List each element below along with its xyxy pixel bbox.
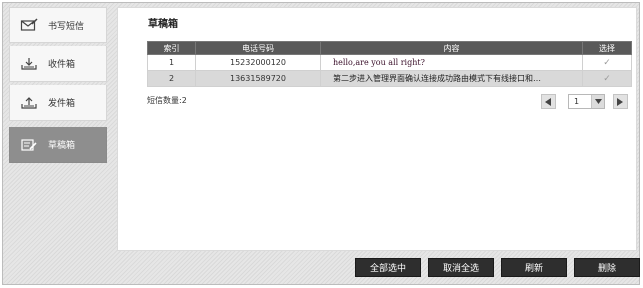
cell-index: 2 — [147, 70, 196, 87]
check-icon: ✓ — [603, 57, 611, 68]
sidebar-item-label: 收件箱 — [48, 60, 76, 70]
refresh-button[interactable]: 刷新 — [501, 258, 567, 277]
drafts-pencil-icon — [10, 138, 48, 152]
outbox-tray-icon — [10, 96, 48, 110]
messages-table: 索引 电话号码 内容 选择 1 15232000120 hello,are yo… — [147, 41, 632, 87]
cell-index: 1 — [147, 54, 196, 71]
table-row[interactable]: 2 13631589720 第二步进入管理界面确认连接成功路由模式下有线接口和…… — [147, 70, 632, 87]
compose-envelope-icon — [10, 18, 48, 32]
sidebar-item-compose[interactable]: 书写短信 — [9, 7, 107, 43]
column-header-content: 内容 — [320, 41, 583, 55]
select-all-button[interactable]: 全部选中 — [355, 258, 421, 277]
app-frame: 书写短信 收件箱 发件箱 草稿箱 草稿箱 索引 电话号码 内容 选择 1 152… — [2, 2, 640, 285]
column-header-phone: 电话号码 — [195, 41, 321, 55]
page-title: 草稿箱 — [148, 19, 178, 30]
action-bar: 全部选中 取消全选 刷新 删除 — [355, 258, 640, 277]
check-icon: ✓ — [603, 73, 611, 84]
table-row[interactable]: 1 15232000120 hello,are you all right? ✓ — [147, 54, 632, 71]
sidebar-item-label: 草稿箱 — [48, 141, 76, 151]
page-select-value: 1 — [574, 97, 580, 106]
message-count: 短信数量:2 — [147, 96, 187, 105]
page-select[interactable]: 1 — [568, 94, 605, 109]
triangle-right-icon — [617, 97, 623, 106]
sidebar-item-inbox[interactable]: 收件箱 — [9, 46, 107, 82]
row-select-checkbox[interactable]: ✓ — [582, 54, 632, 71]
sidebar: 书写短信 收件箱 发件箱 草稿箱 — [9, 7, 107, 163]
column-header-select: 选择 — [582, 41, 632, 55]
cell-phone: 15232000120 — [195, 54, 321, 71]
cell-phone: 13631589720 — [195, 70, 321, 87]
cell-content: hello,are you all right? — [320, 54, 583, 71]
deselect-all-button[interactable]: 取消全选 — [428, 258, 494, 277]
chevron-down-icon[interactable] — [591, 95, 604, 108]
sidebar-item-label: 书写短信 — [48, 21, 85, 32]
inbox-tray-icon — [10, 57, 48, 71]
sidebar-item-label: 发件箱 — [48, 99, 76, 109]
drafts-panel: 草稿箱 索引 电话号码 内容 选择 1 15232000120 hello,ar… — [117, 7, 637, 251]
row-select-checkbox[interactable]: ✓ — [582, 70, 632, 87]
triangle-left-icon — [545, 97, 551, 106]
pagination: 1 — [541, 94, 628, 109]
next-page-button[interactable] — [613, 94, 628, 109]
table-header-row: 索引 电话号码 内容 选择 — [147, 41, 632, 55]
sidebar-item-drafts[interactable]: 草稿箱 — [9, 127, 107, 163]
sidebar-item-outbox[interactable]: 发件箱 — [9, 85, 107, 121]
column-header-index: 索引 — [147, 41, 196, 55]
delete-button[interactable]: 删除 — [574, 258, 640, 277]
prev-page-button[interactable] — [541, 94, 556, 109]
cell-content: 第二步进入管理界面确认连接成功路由模式下有线接口和… — [320, 70, 583, 87]
